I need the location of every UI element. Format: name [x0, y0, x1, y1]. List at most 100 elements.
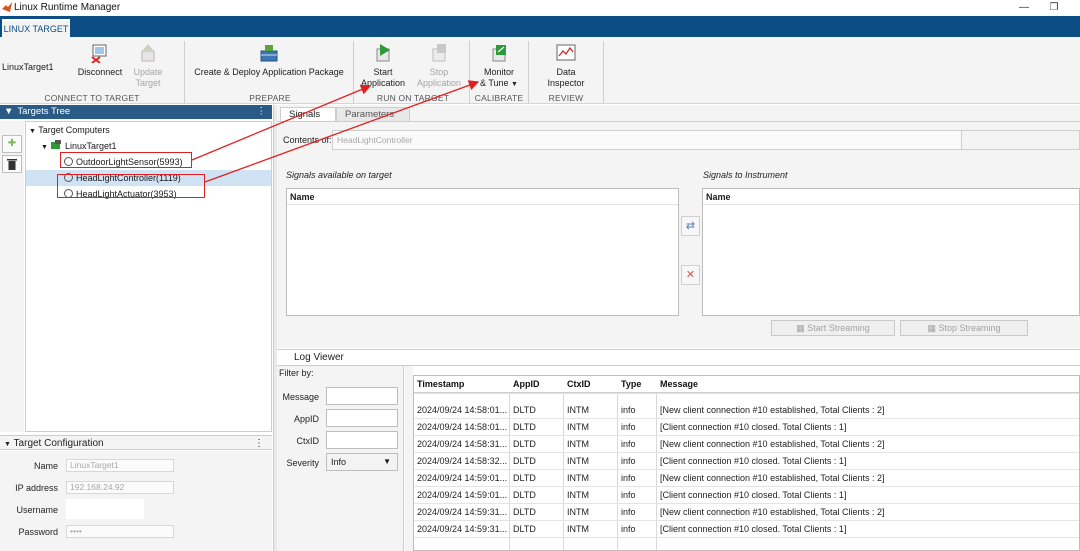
disconnect-button[interactable]: Disconnect	[72, 43, 128, 78]
title-bar: Linux Runtime Manager — ❐	[0, 0, 1080, 16]
annotation-box	[57, 174, 205, 198]
update-target-button[interactable]: Update Target	[128, 43, 168, 89]
log-viewer-title: Log Viewer	[294, 352, 344, 363]
log-cell-ctxid: INTM	[567, 405, 589, 415]
section-connect: CONNECT TO TARGET	[44, 93, 140, 103]
log-header-message[interactable]: Message	[657, 376, 1077, 393]
section-calibrate: CALIBRATE	[474, 93, 524, 103]
contents-of-field[interactable]: HeadLightController	[332, 130, 962, 150]
data-inspector-button[interactable]: Data Inspector	[536, 43, 596, 89]
log-cell-ctxid: INTM	[567, 439, 589, 449]
streaming-icon: ▦	[796, 323, 805, 333]
target-config-title: Target Configuration	[13, 438, 104, 449]
log-row[interactable]: 2024/09/24 14:59:31... DLTD INTM info [New c…	[414, 504, 1079, 521]
update-target-label-2: Target	[135, 78, 161, 88]
close-icon: ✕	[685, 269, 696, 281]
severity-select[interactable]: Info ▼	[326, 453, 398, 471]
stop-icon	[432, 44, 446, 62]
signals-instrument-list[interactable]: Name	[702, 188, 1080, 316]
tab-signals[interactable]: Signals	[280, 107, 336, 121]
tab-linux-target[interactable]: LINUX TARGET	[2, 19, 70, 37]
monitor-tune-label-2: & Tune	[480, 78, 509, 88]
log-cell-appid: DLTD	[513, 524, 536, 534]
log-row[interactable]: 2024/09/24 14:59:31... DLTD INTM info [Clien…	[414, 521, 1079, 538]
log-row[interactable]: 2024/09/24 14:58:32... DLTD INTM info [Clien…	[414, 453, 1079, 470]
ribbon-tab-band	[0, 16, 1080, 37]
minimize-icon[interactable]: —	[1014, 1, 1034, 15]
remove-signal-button[interactable]: ✕	[681, 265, 700, 285]
add-to-instrument-icon: ⇄	[685, 220, 696, 232]
log-viewer-divider	[277, 349, 1080, 350]
panel-menu-icon[interactable]: ⋮	[254, 436, 264, 451]
signals-available-list[interactable]: Name	[286, 188, 679, 316]
stop-application-label-1: Stop	[429, 67, 449, 77]
log-cell-type: info	[621, 405, 636, 415]
config-name-field[interactable]: LinuxTarget1	[66, 459, 174, 472]
ribbon-separator	[528, 41, 529, 103]
log-row[interactable]: 2024/09/24 14:59:01... DLTD INTM info [Clien…	[414, 487, 1079, 504]
panel-menu-icon[interactable]: ⋮	[257, 105, 267, 119]
plus-icon: ✚	[7, 138, 17, 149]
collapse-icon[interactable]: ▼	[4, 105, 13, 119]
config-password-label: Password	[18, 527, 58, 537]
log-cell-type: info	[621, 456, 636, 466]
create-deploy-button[interactable]: Create & Deploy Application Package	[188, 43, 350, 78]
collapse-icon[interactable]: ▼	[4, 441, 11, 448]
log-cell-appid: DLTD	[513, 439, 536, 449]
start-application-button[interactable]: Start Application	[356, 43, 410, 89]
log-row[interactable]: 2024/09/24 14:59:01... DLTD INTM info [New c…	[414, 470, 1079, 487]
signals-available-name-header[interactable]: Name	[287, 189, 678, 205]
config-name-label: Name	[33, 461, 58, 471]
tab-parameters[interactable]: Parameters	[336, 107, 410, 121]
ribbon-separator	[184, 41, 185, 103]
update-target-label-1: Update	[133, 67, 163, 77]
log-header-ctxid[interactable]: CtxID	[564, 376, 618, 393]
contents-of-extension	[962, 130, 1080, 150]
config-password-field[interactable]: ••••	[66, 525, 174, 538]
start-streaming-button[interactable]: ▦ Start Streaming	[771, 320, 895, 336]
filter-message-label: Message	[282, 392, 319, 402]
filter-ctxid-label: CtxID	[296, 436, 320, 446]
log-row[interactable]: 2024/09/24 14:58:01... DLTD INTM info [New c…	[414, 402, 1079, 419]
log-gap	[405, 366, 413, 551]
stop-streaming-button[interactable]: ▦ Stop Streaming	[900, 320, 1028, 336]
log-cell-ctxid: INTM	[567, 524, 589, 534]
log-cell-ctxid: INTM	[567, 490, 589, 500]
log-header-appid[interactable]: AppID	[510, 376, 564, 393]
ribbon-separator	[603, 41, 604, 103]
delete-target-button[interactable]	[2, 155, 22, 173]
config-ip-field[interactable]: 192.168.24.92	[66, 481, 174, 494]
log-row[interactable]: 2024/09/24 14:58:31... DLTD INTM info [New c…	[414, 436, 1079, 453]
start-icon	[376, 44, 390, 62]
log-cell-type: info	[621, 507, 636, 517]
log-cell-appid: DLTD	[513, 473, 536, 483]
log-cell-ctxid: INTM	[567, 456, 589, 466]
log-cell-message: [Client connection #10 closed. Total Cli…	[660, 422, 847, 432]
log-cell-ctxid: INTM	[567, 473, 589, 483]
signals-instrument-name-header[interactable]: Name	[703, 189, 1079, 205]
disconnect-label: Disconnect	[77, 67, 123, 77]
log-cell-type: info	[621, 524, 636, 534]
log-cell-message: [New client connection #10 established, …	[660, 473, 885, 483]
stop-application-button[interactable]: Stop Application	[412, 43, 466, 89]
tree-toolbar: ✚	[0, 121, 24, 432]
filter-ctxid-input[interactable]	[326, 431, 398, 449]
filter-message-input[interactable]	[326, 387, 398, 405]
log-cell-appid: DLTD	[513, 507, 536, 517]
log-header-timestamp[interactable]: Timestamp	[414, 376, 510, 393]
filter-appid-input[interactable]	[326, 409, 398, 427]
log-header-type[interactable]: Type	[618, 376, 657, 393]
log-cell-appid: DLTD	[513, 456, 536, 466]
add-target-button[interactable]: ✚	[2, 135, 22, 153]
create-deploy-label: Create & Deploy Application Package	[194, 67, 344, 77]
config-username-field[interactable]	[66, 499, 144, 519]
log-row[interactable]: 2024/09/24 14:58:01... DLTD INTM info [Clien…	[414, 419, 1079, 436]
log-cell-appid: DLTD	[513, 490, 536, 500]
ribbon-target-name: LinuxTarget1	[2, 62, 54, 72]
monitor-tune-button[interactable]: Monitor & Tune ▼	[472, 43, 526, 90]
add-signal-button[interactable]: ⇄	[681, 216, 700, 236]
log-cell-message: [Client connection #10 closed. Total Cli…	[660, 456, 847, 466]
log-cell-appid: DLTD	[513, 422, 536, 432]
tree-root[interactable]: ▼ Target Computers	[26, 122, 271, 138]
restore-icon[interactable]: ❐	[1044, 1, 1064, 15]
